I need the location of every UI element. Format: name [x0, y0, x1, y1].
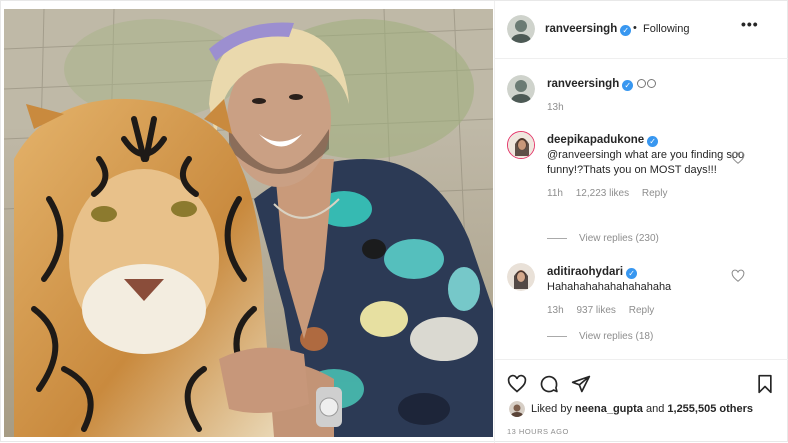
comment-like-heart-icon[interactable] [731, 151, 745, 165]
comment-meta: 13h 937 likes Reply [547, 303, 747, 318]
liker-username[interactable]: neena_gupta [575, 403, 643, 415]
more-options-icon[interactable]: ••• [741, 16, 759, 32]
commenter-avatar[interactable] [507, 131, 535, 159]
following-button[interactable]: Following [643, 23, 689, 35]
likes-count[interactable]: 1,255,505 others [667, 403, 753, 415]
caption-body: ranveersingh ✓ 13h [547, 77, 747, 115]
post-timestamp: 13 HOURS AGO [507, 427, 569, 436]
comment-text: Hahahahahahahahahaha [547, 281, 672, 293]
verified-badge-icon: ✓ [626, 268, 638, 279]
comment-body: aditiraohydari ✓ Hahahahahahahahahaha 13h… [547, 265, 747, 318]
comment-likes[interactable]: 12,223 likes [576, 188, 629, 199]
caption-avatar[interactable] [507, 75, 535, 103]
heart-icon[interactable] [507, 374, 527, 394]
verified-badge-icon: ✓ [647, 136, 659, 147]
comment-body: deepikapadukone ✓ @ranveersingh what are … [547, 133, 747, 201]
reply-button[interactable]: Reply [629, 305, 655, 316]
laughing-emoji-icon [637, 79, 647, 88]
commenter-avatar[interactable] [507, 263, 535, 291]
header-separator: • [633, 22, 637, 34]
share-icon[interactable] [571, 374, 591, 394]
author-avatar[interactable] [507, 15, 535, 43]
comment-likes[interactable]: 937 likes [576, 305, 615, 316]
man-and-tiger-image [4, 9, 493, 437]
post-photo[interactable] [4, 9, 493, 437]
caption-emoji [636, 78, 657, 90]
reply-button[interactable]: Reply [642, 188, 668, 199]
verified-badge-icon: ✓ [622, 80, 634, 91]
post-actions: Liked by neena_gupta and 1,255,505 other… [495, 359, 788, 443]
liker-avatar[interactable] [509, 401, 525, 417]
caption-age: 13h [547, 102, 564, 113]
verified-badge-icon: ✓ [620, 25, 632, 36]
caption-username[interactable]: ranveersingh ✓ [547, 78, 634, 91]
author-username[interactable]: ranveersingh ✓ [545, 23, 632, 36]
bookmark-icon[interactable] [755, 374, 775, 394]
view-replies-button[interactable]: View replies (18) [547, 331, 653, 342]
laughing-emoji-icon [647, 79, 657, 88]
instagram-post: ranveersingh ✓ • Following ••• ranveersin… [0, 0, 788, 443]
likes-summary[interactable]: Liked by neena_gupta and 1,255,505 other… [509, 401, 753, 417]
comment-icon[interactable] [539, 374, 559, 394]
comment-age: 11h [547, 188, 563, 199]
comment-meta: 11h 12,223 likes Reply [547, 186, 747, 201]
comment-age: 13h [547, 305, 564, 316]
post-side-panel: ranveersingh ✓ • Following ••• ranveersin… [494, 1, 788, 443]
comment-like-heart-icon[interactable] [731, 269, 745, 283]
comment-text: @ranveersingh what are you finding soo f… [547, 149, 745, 176]
liked-by-label: Liked by [531, 402, 572, 415]
post-header: ranveersingh ✓ • Following ••• [495, 1, 788, 59]
likes-connector: and [645, 402, 665, 415]
commenter-username[interactable]: deepikapadukone ✓ [547, 134, 659, 147]
comments-list: ranveersingh ✓ 13h deepikapadukone ✓ @ranv… [495, 59, 788, 359]
view-replies-button[interactable]: View replies (230) [547, 233, 659, 244]
commenter-username[interactable]: aditiraohydari ✓ [547, 266, 638, 279]
